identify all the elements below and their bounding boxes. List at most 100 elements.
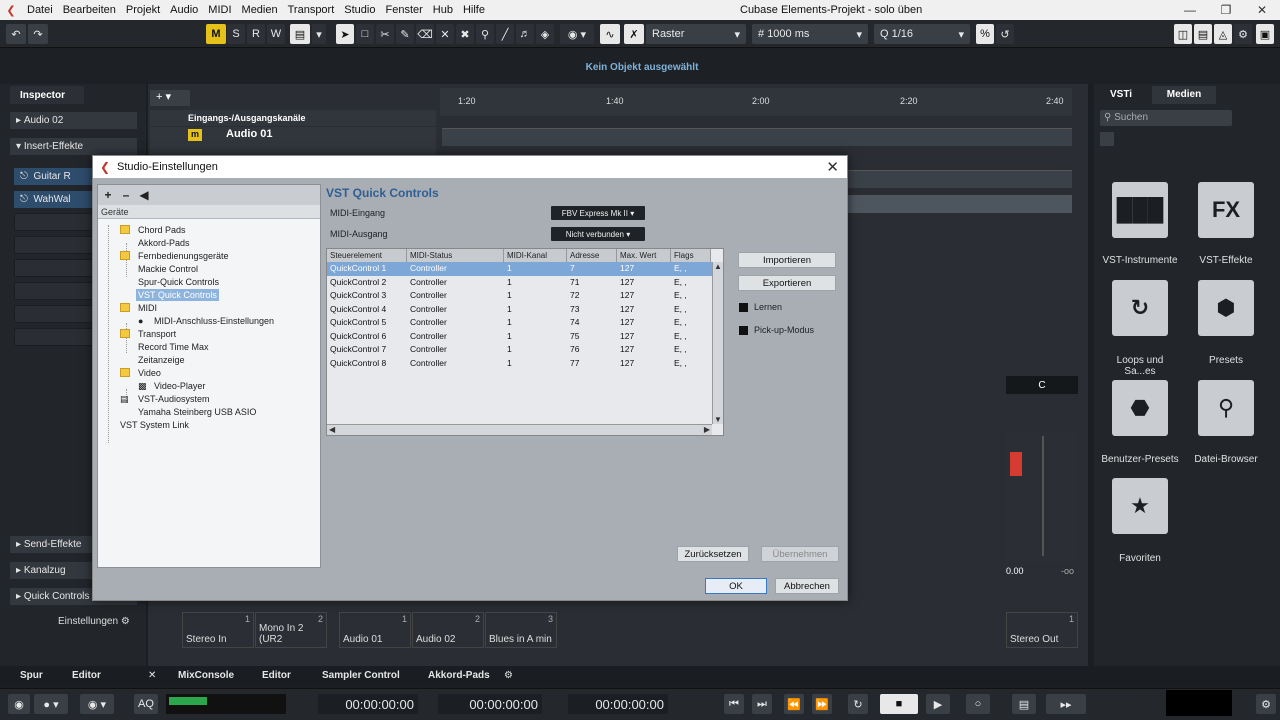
solo-mode-button[interactable]: S bbox=[227, 24, 245, 44]
menu-midi[interactable]: MIDI bbox=[203, 0, 236, 20]
tree-node[interactable]: MIDI bbox=[138, 302, 157, 314]
output-channel[interactable]: 1 Stereo Out bbox=[1006, 612, 1078, 648]
user-presets-icon[interactable]: ⬣ bbox=[1112, 380, 1168, 436]
fader-handle[interactable] bbox=[1010, 452, 1022, 476]
column-header[interactable]: Steuerelement bbox=[327, 249, 407, 262]
quantize-apply-icon[interactable]: % bbox=[976, 24, 994, 44]
tab-spur[interactable]: Spur bbox=[20, 670, 43, 681]
tab-vsti[interactable]: VSTi bbox=[1100, 86, 1142, 104]
redo-icon[interactable]: ↷ bbox=[28, 24, 48, 44]
tree-node-selected[interactable]: VST Quick Controls bbox=[136, 289, 219, 301]
tab-mixconsole[interactable]: MixConsole bbox=[178, 670, 234, 681]
rewind-icon[interactable]: ⏪ bbox=[784, 694, 804, 714]
tree-node[interactable]: Video-Player bbox=[154, 380, 205, 392]
table-row[interactable]: QuickControl 8 Controller 1 77 127 E, , bbox=[327, 357, 712, 371]
column-header[interactable]: MIDI-Kanal bbox=[504, 249, 567, 262]
grid-toggle-icon[interactable]: ✗ bbox=[624, 24, 644, 44]
close-icon[interactable]: ✕ bbox=[826, 158, 839, 176]
pickup-mode-checkbox[interactable] bbox=[739, 326, 748, 335]
left-locator-display[interactable]: 00:00:00:00 bbox=[318, 694, 418, 714]
export-button[interactable]: Exportieren bbox=[738, 275, 836, 291]
tree-node[interactable]: Mackie Control bbox=[138, 263, 198, 275]
reset-device-icon[interactable]: ◀ bbox=[136, 188, 152, 202]
quantize-select[interactable]: Q 1/16 ▾ bbox=[874, 24, 970, 44]
forward-icon[interactable]: ⏩ bbox=[812, 694, 832, 714]
table-row[interactable]: QuickControl 4 Controller 1 73 127 E, , bbox=[327, 303, 712, 317]
menu-transport[interactable]: Transport bbox=[283, 0, 340, 20]
mixer-channel[interactable]: 1 Stereo In bbox=[182, 612, 254, 648]
split-tool-icon[interactable]: ✂ bbox=[376, 24, 394, 44]
mute-tool-icon[interactable]: ✕ bbox=[436, 24, 454, 44]
timeline-ruler[interactable]: 1:20 1:40 2:00 2:20 2:40 bbox=[440, 88, 1072, 116]
tree-node[interactable]: VST System Link bbox=[120, 419, 189, 431]
scroll-up-icon[interactable]: ▲ bbox=[713, 262, 723, 271]
cut-tool-icon[interactable]: ✖ bbox=[456, 24, 474, 44]
position-display[interactable]: 00:00:00:00 bbox=[568, 694, 668, 714]
go-to-start-icon[interactable]: ⏮ bbox=[724, 694, 744, 714]
tree-node[interactable]: Fernbedienungsgeräte bbox=[138, 250, 229, 262]
autoscroll-icon[interactable]: ▤ bbox=[290, 24, 310, 44]
inserts-section-header[interactable]: ▾ Insert-Effekte bbox=[10, 138, 137, 155]
restore-icon[interactable]: ❐ bbox=[1208, 0, 1244, 20]
add-track-button[interactable]: + ▾ bbox=[150, 90, 190, 106]
write-mode-button[interactable]: W bbox=[267, 24, 285, 44]
column-header[interactable]: Max. Wert bbox=[617, 249, 671, 262]
inspector-settings[interactable]: Einstellungen ⚙ bbox=[58, 616, 130, 627]
star-icon[interactable]: ★ bbox=[1112, 478, 1168, 534]
tab-chord-pads[interactable]: Akkord-Pads bbox=[428, 670, 490, 681]
go-to-end-icon[interactable]: ⏭ bbox=[752, 694, 772, 714]
close-icon[interactable]: ✕ bbox=[148, 670, 156, 681]
setup-window-icon[interactable]: ⚙ bbox=[1234, 24, 1252, 44]
record-icon[interactable]: ○ bbox=[966, 694, 990, 714]
tab-sampler-control[interactable]: Sampler Control bbox=[322, 670, 400, 681]
menu-audio[interactable]: Audio bbox=[165, 0, 203, 20]
color-select-icon[interactable]: ◉ ▾ bbox=[560, 24, 594, 44]
speaker-tool-icon[interactable]: ♬ bbox=[516, 24, 534, 44]
home-icon[interactable] bbox=[1100, 132, 1114, 146]
cycle-icon[interactable]: ↻ bbox=[848, 694, 868, 714]
ok-button[interactable]: OK bbox=[705, 578, 767, 594]
table-row[interactable]: QuickControl 3 Controller 1 72 127 E, , bbox=[327, 289, 712, 303]
lower-zone-icon[interactable]: ▤ bbox=[1194, 24, 1212, 44]
import-button[interactable]: Importieren bbox=[738, 252, 836, 268]
record-mode-icon[interactable]: ◉ bbox=[8, 694, 30, 714]
midi-output-select[interactable]: Nicht verbunden ▾ bbox=[551, 227, 645, 241]
table-row[interactable]: QuickControl 5 Controller 1 74 127 E, , bbox=[327, 316, 712, 330]
glue-tool-icon[interactable]: ✎ bbox=[396, 24, 414, 44]
punch-mode-icon[interactable]: ◉ ▾ bbox=[80, 694, 114, 714]
mixer-channel[interactable]: 3 Blues in A min bbox=[485, 612, 557, 648]
metronome-icon[interactable]: ▤ bbox=[1012, 694, 1036, 714]
tree-node[interactable]: Zeitanzeige bbox=[138, 354, 185, 366]
tab-editor[interactable]: Editor bbox=[262, 670, 291, 681]
draw-tool-icon[interactable]: ╱ bbox=[496, 24, 514, 44]
table-row-selected[interactable]: QuickControl 1 Controller 1 7 127 E, , bbox=[327, 262, 712, 276]
cancel-button[interactable]: Abbrechen bbox=[775, 578, 839, 594]
erase-tool-icon[interactable]: ⌫ bbox=[416, 24, 434, 44]
tree-node[interactable]: Akkord-Pads bbox=[138, 237, 190, 249]
learn-checkbox[interactable] bbox=[739, 303, 748, 312]
fx-icon[interactable]: FX bbox=[1198, 182, 1254, 238]
gear-icon[interactable]: ⚙ bbox=[504, 670, 513, 681]
column-header[interactable]: MIDI-Status bbox=[407, 249, 504, 262]
menu-hilfe[interactable]: Hilfe bbox=[458, 0, 490, 20]
pointer-tool-icon[interactable]: ➤ bbox=[336, 24, 354, 44]
gear-icon[interactable]: ⚙ bbox=[1256, 694, 1276, 714]
menu-fenster[interactable]: Fenster bbox=[380, 0, 427, 20]
track-audio-01[interactable]: m Audio 01 bbox=[150, 127, 436, 155]
presets-icon[interactable]: ⬢ bbox=[1198, 280, 1254, 336]
snap-type-select[interactable]: Raster ▾ bbox=[646, 24, 746, 44]
menu-bearbeiten[interactable]: Bearbeiten bbox=[58, 0, 121, 20]
color-tool-icon[interactable]: ◈ bbox=[536, 24, 554, 44]
midi-input-select[interactable]: FBV Express Mk II ▾ bbox=[551, 206, 645, 220]
folder-track[interactable]: Eingangs-/Ausgangskanäle bbox=[150, 110, 436, 126]
tab-editor-left[interactable]: Editor bbox=[72, 670, 101, 681]
menu-projekt[interactable]: Projekt bbox=[121, 0, 165, 20]
range-tool-icon[interactable]: □ bbox=[356, 24, 374, 44]
stop-icon[interactable]: ■ bbox=[880, 694, 918, 714]
read-mode-button[interactable]: R bbox=[247, 24, 265, 44]
tree-node[interactable]: Yamaha Steinberg USB ASIO bbox=[138, 406, 256, 418]
menu-studio[interactable]: Studio bbox=[339, 0, 380, 20]
tree-node[interactable]: Transport bbox=[138, 328, 176, 340]
left-zone-icon[interactable]: ◫ bbox=[1174, 24, 1192, 44]
grid-type-select[interactable]: # 1000 ms ▾ bbox=[752, 24, 868, 44]
